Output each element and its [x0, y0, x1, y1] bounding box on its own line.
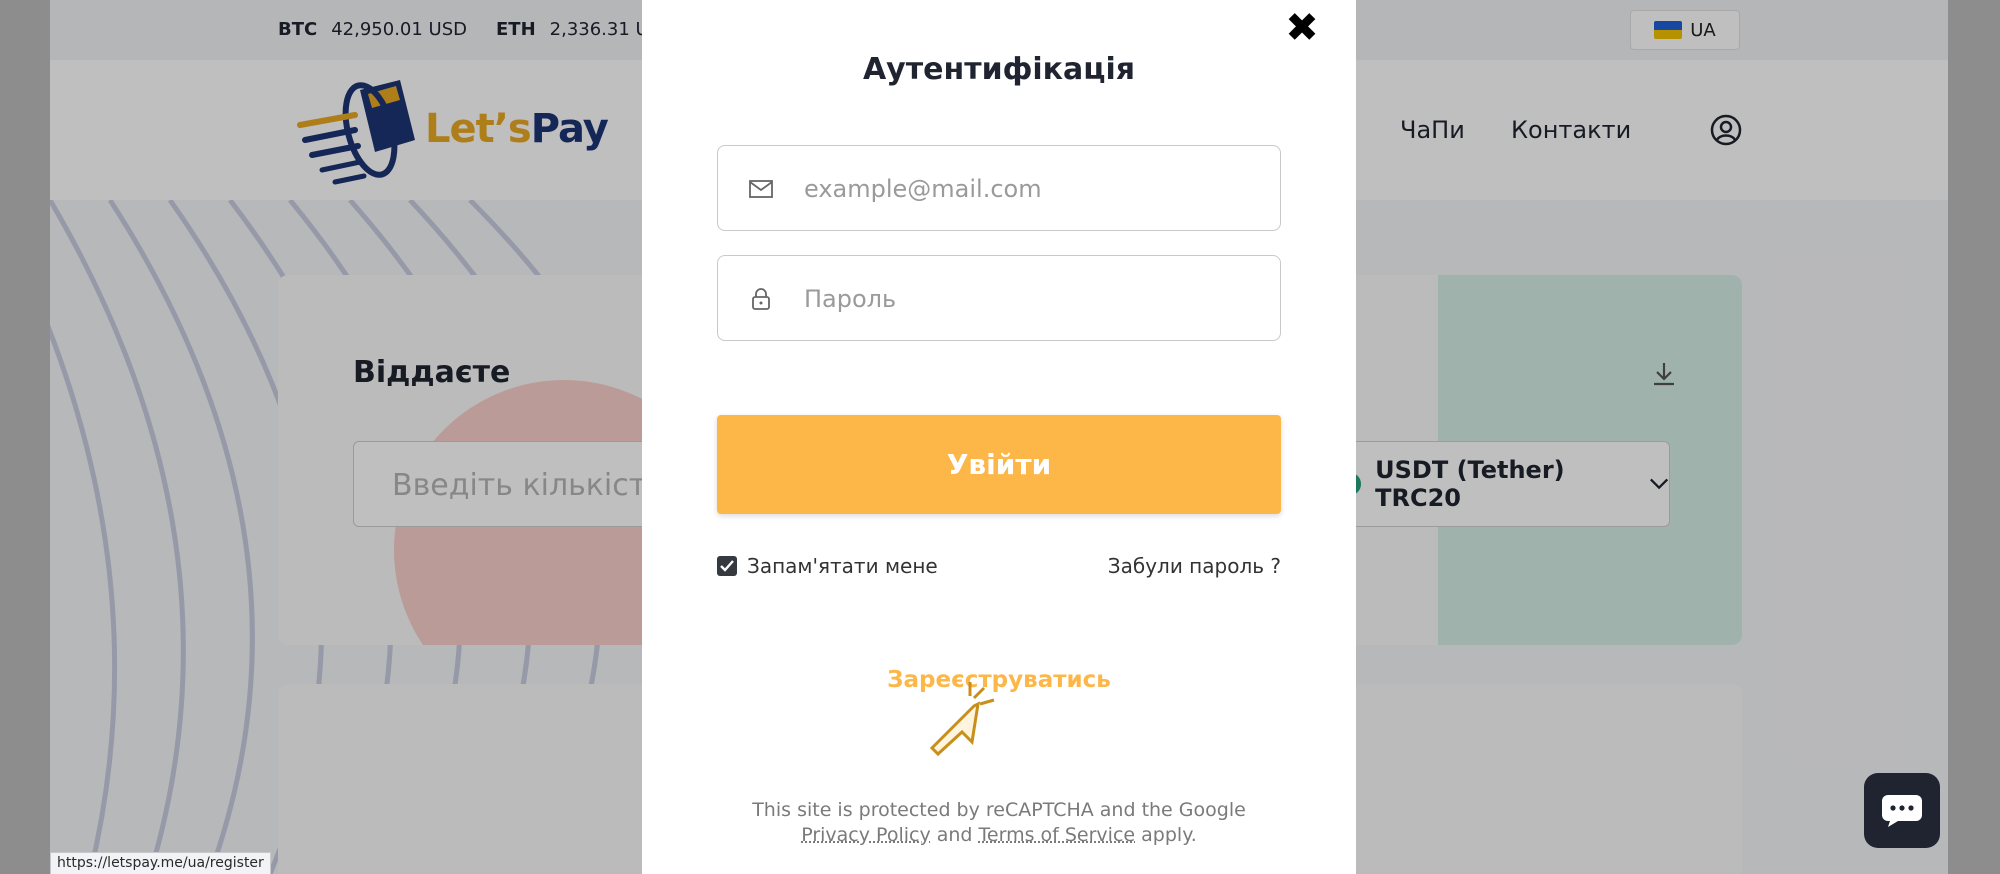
animated-cursor-icon	[929, 682, 995, 757]
chat-widget-button[interactable]	[1864, 773, 1940, 848]
recaptcha-and: and	[936, 824, 973, 846]
email-input[interactable]	[804, 166, 1244, 212]
recaptcha-prefix: This site is protected by reCAPTCHA and …	[752, 799, 1246, 821]
privacy-policy-link[interactable]: Privacy Policy	[801, 824, 930, 846]
chat-bubble-icon	[1882, 794, 1922, 827]
remember-label: Запам'ятати мене	[747, 554, 938, 578]
recaptcha-notice: This site is protected by reCAPTCHA and …	[722, 798, 1276, 848]
password-field[interactable]	[717, 255, 1281, 341]
mail-icon	[749, 180, 773, 198]
forgot-password-link[interactable]: Забули пароль ?	[1108, 554, 1281, 578]
auth-modal: ✖ Аутентифікація Увійти Запам'ятати мене…	[642, 0, 1356, 874]
login-button[interactable]: Увійти	[717, 415, 1281, 514]
email-field[interactable]	[717, 145, 1281, 231]
remember-me[interactable]: Запам'ятати мене	[717, 554, 938, 578]
remember-checkbox[interactable]	[717, 556, 737, 576]
terms-of-service-link[interactable]: Terms of Service	[979, 824, 1136, 846]
status-bar-url: https://letspay.me/ua/register	[50, 852, 271, 874]
password-input[interactable]	[804, 276, 1244, 322]
lock-icon	[752, 288, 770, 310]
recaptcha-suffix: apply.	[1141, 824, 1197, 846]
close-icon[interactable]: ✖	[1282, 8, 1322, 48]
modal-title: Аутентифікація	[862, 52, 1136, 87]
checkmark-icon	[720, 560, 734, 572]
